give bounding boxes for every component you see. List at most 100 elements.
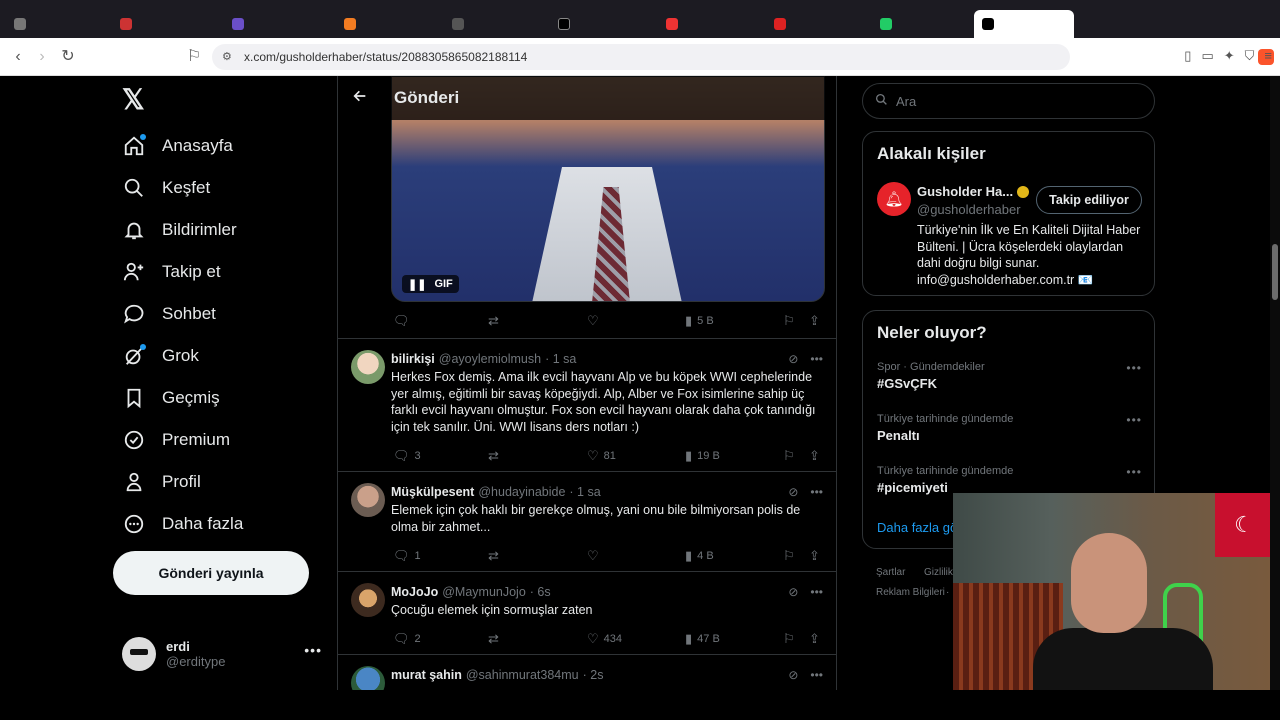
reply-item[interactable]: Müşkülpesent @hudayinabide · 1 sa ⊘ ••• E… [338,472,836,571]
footer-privacy-link[interactable]: Gizlilik [924,567,953,578]
trend-item[interactable]: Spor · Gündemdekiler #GSvÇFK ••• [877,361,1142,391]
sidebar-icon[interactable]: ▯ [1184,48,1191,64]
pause-icon[interactable]: ❚❚ [408,278,426,291]
address-bar[interactable]: ⚙ x.com/gusholderhaber/status/2088305865… [212,44,1274,70]
like-count[interactable]: ♡ 434 [587,631,622,647]
menu-icon[interactable]: ≡ [1264,48,1272,64]
bell-logo-icon[interactable]: 🔔︎ [877,182,911,216]
nav-item-notifications[interactable]: Bildirimler [122,214,237,246]
wallet-icon[interactable]: ▭ [1201,48,1213,64]
nav-item-more[interactable]: Daha fazla [122,508,243,540]
reply-time[interactable]: · 2s [583,668,604,682]
browser-tab[interactable] [112,10,212,38]
grok-icon[interactable]: ⊘ [788,585,798,599]
reply-item[interactable]: murat şahin @sahinmurat384mu · 2s ⊘ ••• [338,655,836,700]
more-icon[interactable]: ••• [1126,361,1142,375]
gif-badge[interactable]: ❚❚ GIF [402,275,459,293]
nav-item-explore[interactable]: Keşfet [122,172,210,204]
post-button[interactable]: Gönderi yayınla [113,551,309,595]
back-icon[interactable]: ‹ [8,47,28,67]
repost-icon[interactable]: ⇄ [488,548,499,564]
forward-icon[interactable]: › [32,47,52,67]
reply-count[interactable]: 🗨︎ 3 [393,448,421,464]
browser-tab[interactable] [444,10,544,38]
search-input[interactable]: Ara [862,83,1155,119]
browser-tab[interactable] [658,10,758,38]
browser-tab-active[interactable] [974,10,1074,38]
reload-icon[interactable]: ↻ [58,47,78,67]
more-icon[interactable]: ••• [1126,413,1142,427]
more-icon[interactable]: ••• [1126,465,1142,479]
nav-item-grok[interactable]: Grok [122,340,199,372]
repost-icon[interactable]: ⇄ [488,313,499,329]
trend-item[interactable]: Türkiye tarihinde gündemde #picemiyeti •… [877,465,1142,495]
browser-tab[interactable] [872,10,972,38]
views-stat[interactable]: ▮ 47 B [685,631,720,647]
repost-icon[interactable]: ⇄ [488,448,499,464]
views-stat[interactable]: ▮ 5 B [685,313,714,329]
more-icon[interactable]: ••• [810,485,823,499]
related-user-handle[interactable]: @gusholderhaber [917,202,1021,217]
more-icon[interactable]: ••• [810,352,823,366]
reply-icon[interactable]: 🗨︎ [393,313,410,329]
vpn-icon[interactable]: ⛉ [1245,48,1255,64]
like-icon[interactable]: ♡ [587,313,599,329]
bookmark-icon[interactable]: ⚐ [783,313,795,329]
more-icon[interactable]: ••• [810,668,823,682]
scrollbar[interactable] [1270,76,1280,690]
following-button[interactable]: Takip ediliyor [1036,186,1142,214]
nav-item-follow[interactable]: Takip et [122,256,221,288]
share-icon[interactable]: ⇪ [809,448,820,464]
views-stat[interactable]: ▮ 4 B [685,548,714,564]
reply-author-handle[interactable]: @hudayinabide [478,485,565,499]
browser-tab[interactable] [766,10,866,38]
bookmark-icon[interactable]: ⚐ [783,631,795,647]
share-icon[interactable]: ⇪ [809,548,820,564]
footer-ads-link[interactable]: Reklam Bilgileri [876,587,945,598]
grok-icon[interactable]: ⊘ [788,352,798,366]
reply-time[interactable]: · 1 sa [545,352,576,366]
reply-item[interactable]: bilirkişi @ayoylemiolmush · 1 sa ⊘ ••• He… [338,339,836,471]
reply-author-name[interactable]: MoJoJo [391,585,438,599]
grok-icon[interactable]: ⊘ [788,485,798,499]
bookmark-page-icon[interactable]: ⚐ [184,47,204,67]
more-icon[interactable]: ••• [810,585,823,599]
share-icon[interactable]: ⇪ [809,313,820,329]
nav-item-bookmarks[interactable]: Geçmiş [122,382,220,414]
like-icon[interactable]: ♡ [587,548,599,564]
show-more-link[interactable]: Daha fazla gö [877,520,957,535]
avatar[interactable] [351,483,385,517]
reply-author-name[interactable]: bilirkişi [391,352,435,366]
nav-item-chat[interactable]: Sohbet [122,298,216,330]
reply-author-handle[interactable]: @MaymunJojo [442,585,526,599]
avatar[interactable] [351,350,385,384]
leo-ai-icon[interactable]: ✦ [1224,48,1235,64]
reply-author-name[interactable]: murat şahin [391,668,462,682]
reply-item[interactable]: MoJoJo @MaymunJojo · 6s ⊘ ••• Çocuğu elem… [338,572,836,654]
more-icon[interactable]: ••• [304,642,322,658]
grok-icon[interactable]: ⊘ [788,668,798,682]
reply-count[interactable]: 🗨︎ 1 [393,548,421,564]
reply-count[interactable]: 🗨︎ 2 [393,631,421,647]
like-count[interactable]: ♡ 81 [587,448,616,464]
x-logo-icon[interactable]: 𝕏 [122,86,150,114]
nav-item-home[interactable]: Anasayfa [122,130,233,162]
reply-author-name[interactable]: Müşkülpesent [391,485,474,499]
reply-author-handle[interactable]: @sahinmurat384mu [466,668,579,682]
trend-item[interactable]: Türkiye tarihinde gündemde Penaltı ••• [877,413,1142,443]
related-user-name[interactable]: Gusholder Ha... [917,184,1030,199]
reply-author-handle[interactable]: @ayoylemiolmush [439,352,541,366]
browser-tab[interactable] [224,10,324,38]
nav-item-profile[interactable]: Profil [122,466,201,498]
repost-icon[interactable]: ⇄ [488,631,499,647]
site-settings-icon[interactable]: ⚙ [222,50,236,64]
scrollbar-thumb[interactable] [1272,244,1278,300]
browser-tab[interactable] [550,10,650,38]
browser-tab[interactable] [336,10,436,38]
browser-tab[interactable] [6,10,106,38]
avatar[interactable] [351,583,385,617]
nav-item-premium[interactable]: Premium [122,424,230,456]
footer-terms-link[interactable]: Şartlar [876,567,905,578]
reply-time[interactable]: · 6s [530,585,551,599]
share-icon[interactable]: ⇪ [809,631,820,647]
